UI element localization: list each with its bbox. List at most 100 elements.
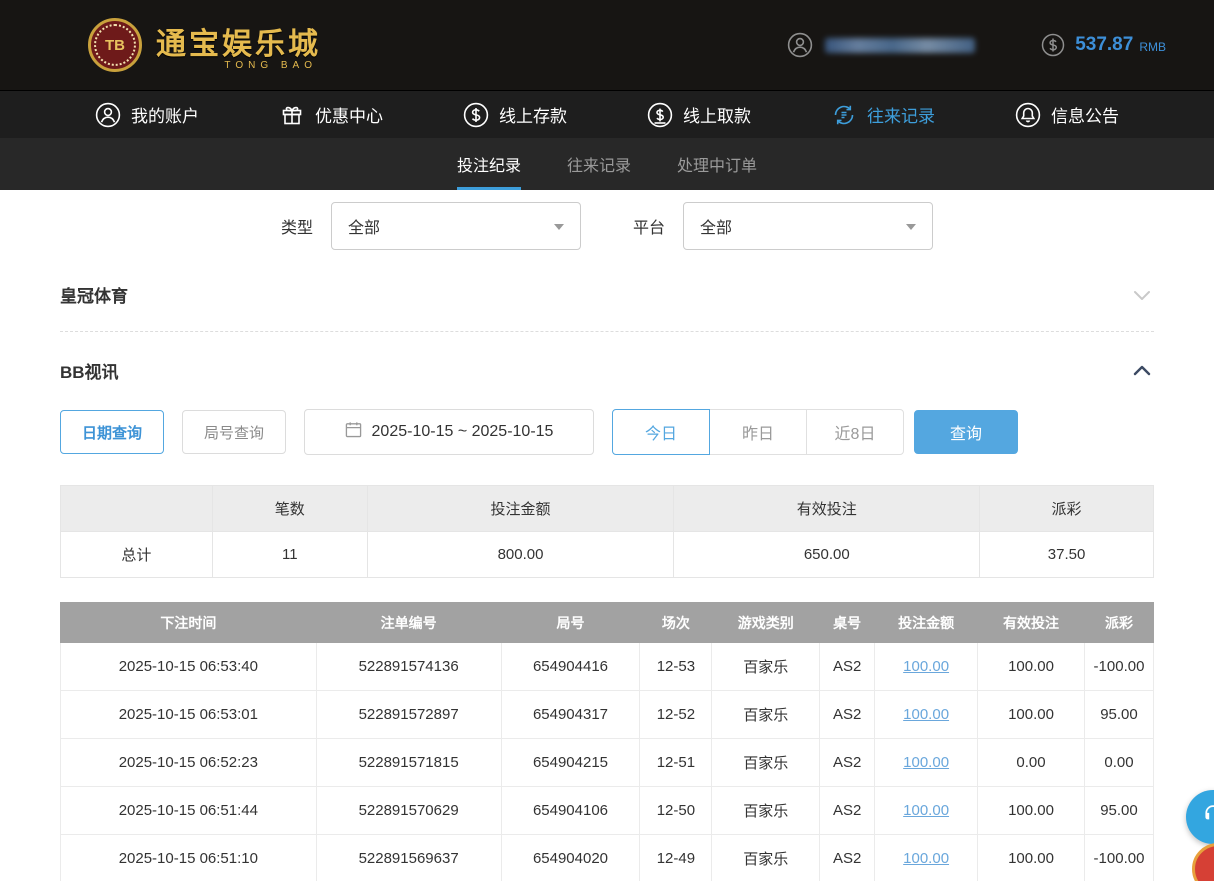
bet-id: 522891574136 bbox=[316, 643, 501, 691]
round-id: 654904020 bbox=[501, 835, 640, 881]
table-header-row: 下注时间 注单编号 局号 场次 游戏类别 桌号 投注金额 有效投注 派彩 bbox=[61, 603, 1154, 643]
nav-item-my-account[interactable]: 我的账户 bbox=[95, 102, 199, 128]
table-no: AS2 bbox=[820, 643, 875, 691]
game-type: 百家乐 bbox=[712, 835, 820, 881]
platform-filter-group: 平台 全部 bbox=[633, 202, 933, 250]
logo-chip-icon: TB bbox=[88, 18, 142, 72]
bet-amount-link[interactable]: 100.00 bbox=[903, 658, 949, 675]
tab-transaction-records[interactable]: 往来记录 bbox=[567, 138, 631, 190]
tab-bet-records[interactable]: 投注纪录 bbox=[457, 138, 521, 190]
section-title: BB视讯 bbox=[60, 358, 119, 383]
table-row: 2025-10-15 06:51:44 522891570629 6549041… bbox=[61, 787, 1154, 835]
bet-time: 2025-10-15 06:51:44 bbox=[61, 787, 317, 835]
top-header: TB 通宝娱乐城 TONG BAO bbox=[0, 0, 1214, 90]
round-query-button[interactable]: 局号查询 bbox=[182, 410, 286, 454]
type-select[interactable]: 全部 bbox=[331, 202, 581, 250]
bet-amount-link[interactable]: 100.00 bbox=[903, 850, 949, 867]
col-header-bet-id: 注单编号 bbox=[316, 603, 501, 643]
bet-time: 2025-10-15 06:51:10 bbox=[61, 835, 317, 881]
nav-label: 我的账户 bbox=[131, 102, 199, 127]
nav-item-records[interactable]: 往来记录 bbox=[831, 102, 935, 128]
summary-total-label: 总计 bbox=[61, 532, 213, 578]
table-row: 2025-10-15 06:53:01 522891572897 6549043… bbox=[61, 691, 1154, 739]
caret-down-icon bbox=[906, 224, 916, 230]
main-nav: 我的账户 优惠中心 线上存款 bbox=[0, 90, 1214, 138]
tab-pending-orders[interactable]: 处理中订单 bbox=[677, 138, 757, 190]
date-range-input[interactable]: 2025-10-15 ~ 2025-10-15 bbox=[304, 409, 594, 455]
valid-bet: 100.00 bbox=[978, 643, 1085, 691]
game-type: 百家乐 bbox=[712, 643, 820, 691]
platform-filter-label: 平台 bbox=[633, 214, 665, 238]
summary-bet-amount: 800.00 bbox=[367, 532, 674, 578]
table-row: 2025-10-15 06:52:23 522891571815 6549042… bbox=[61, 739, 1154, 787]
username-redacted[interactable] bbox=[825, 38, 975, 53]
section-bb-video[interactable]: BB视讯 bbox=[60, 358, 1154, 383]
table-row: 2025-10-15 06:53:40 522891574136 6549044… bbox=[61, 643, 1154, 691]
col-header-table-no: 桌号 bbox=[820, 603, 875, 643]
round-id: 654904106 bbox=[501, 787, 640, 835]
bet-amount-link[interactable]: 100.00 bbox=[903, 754, 949, 771]
nav-item-promotions[interactable]: 优惠中心 bbox=[279, 102, 383, 128]
nav-item-deposit[interactable]: 线上存款 bbox=[463, 102, 567, 128]
tab-label: 往来记录 bbox=[567, 152, 631, 176]
coin-deposit-icon bbox=[463, 102, 489, 128]
summary-total-row: 总计 11 800.00 650.00 37.50 bbox=[61, 532, 1154, 578]
payout-value: -100.00 bbox=[1084, 643, 1153, 691]
yesterday-button[interactable]: 昨日 bbox=[709, 409, 807, 455]
session: 12-51 bbox=[640, 739, 712, 787]
summary-header-row: 笔数 投注金额 有效投注 派彩 bbox=[61, 486, 1154, 532]
game-type: 百家乐 bbox=[712, 787, 820, 835]
balance-currency: RMB bbox=[1139, 40, 1166, 54]
game-type: 百家乐 bbox=[712, 691, 820, 739]
search-button[interactable]: 查询 bbox=[914, 410, 1018, 454]
bet-amount-link[interactable]: 100.00 bbox=[903, 802, 949, 819]
dollar-circle-icon bbox=[1041, 33, 1065, 57]
nav-label: 优惠中心 bbox=[315, 102, 383, 127]
summary-payout: 37.50 bbox=[980, 532, 1154, 578]
session: 12-50 bbox=[640, 787, 712, 835]
logo-text: 通宝娱乐城 TONG BAO bbox=[156, 19, 321, 71]
section-title: 皇冠体育 bbox=[60, 282, 128, 307]
site-logo[interactable]: TB 通宝娱乐城 TONG BAO bbox=[88, 18, 321, 72]
summary-count: 11 bbox=[212, 532, 367, 578]
tab-label: 投注纪录 bbox=[457, 152, 521, 176]
summary-table: 笔数 投注金额 有效投注 派彩 总计 11 800.00 650.00 37.5… bbox=[60, 485, 1154, 578]
bet-amount-link[interactable]: 100.00 bbox=[903, 706, 949, 723]
section-crown-sports[interactable]: 皇冠体育 bbox=[60, 282, 1154, 332]
chevron-up-icon[interactable] bbox=[1130, 359, 1154, 383]
nav-item-withdraw[interactable]: 线上取款 bbox=[647, 102, 751, 128]
nav-label: 线上存款 bbox=[499, 102, 567, 127]
page: TB 通宝娱乐城 TONG BAO bbox=[0, 0, 1214, 881]
records-subnav: 投注纪录 往来记录 处理中订单 bbox=[0, 138, 1214, 190]
bet-id: 522891569637 bbox=[316, 835, 501, 881]
col-header-payout: 派彩 bbox=[1084, 603, 1153, 643]
platform-select[interactable]: 全部 bbox=[683, 202, 933, 250]
summary-col-header: 笔数 bbox=[212, 486, 367, 532]
logo-title: 通宝娱乐城 bbox=[156, 19, 321, 63]
nav-label: 往来记录 bbox=[867, 102, 935, 127]
calendar-icon bbox=[345, 421, 362, 443]
logo-subtitle: TONG BAO bbox=[156, 60, 321, 71]
col-header-round: 局号 bbox=[501, 603, 640, 643]
platform-select-value: 全部 bbox=[700, 214, 732, 238]
payout-value: 0.00 bbox=[1084, 739, 1153, 787]
summary-col-header: 投注金额 bbox=[367, 486, 674, 532]
transaction-records-icon bbox=[831, 102, 857, 128]
date-query-button[interactable]: 日期查询 bbox=[60, 410, 164, 454]
type-filter-label: 类型 bbox=[281, 214, 313, 238]
headset-chat-icon bbox=[1200, 802, 1214, 833]
last-8-days-button[interactable]: 近8日 bbox=[806, 409, 904, 455]
nav-item-announcements[interactable]: 信息公告 bbox=[1015, 102, 1119, 128]
chevron-down-icon[interactable] bbox=[1130, 283, 1154, 307]
balance-amount: 537.87 bbox=[1075, 34, 1133, 56]
gift-icon bbox=[279, 102, 305, 128]
filter-row: 类型 全部 平台 全部 bbox=[60, 202, 1154, 250]
user-avatar-icon bbox=[787, 32, 813, 58]
topbar-right: 537.87 RMB bbox=[787, 32, 1166, 58]
caret-down-icon bbox=[554, 224, 564, 230]
session: 12-53 bbox=[640, 643, 712, 691]
type-filter-group: 类型 全部 bbox=[281, 202, 581, 250]
date-range-value: 2025-10-15 ~ 2025-10-15 bbox=[372, 423, 554, 441]
table-no: AS2 bbox=[820, 787, 875, 835]
today-button[interactable]: 今日 bbox=[612, 409, 710, 455]
